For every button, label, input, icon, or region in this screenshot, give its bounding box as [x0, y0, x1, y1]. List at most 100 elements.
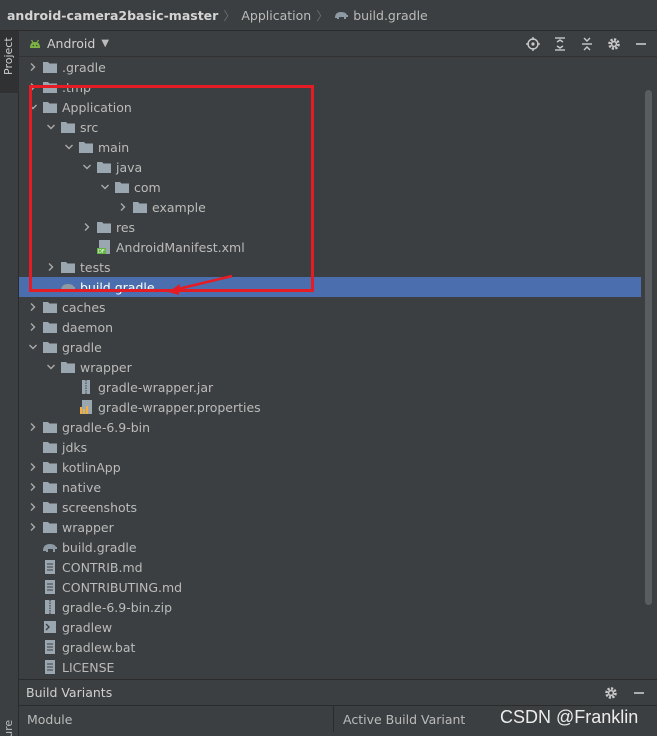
tree-scrollbar[interactable]	[641, 57, 657, 677]
tree-row[interactable]: jdks	[19, 437, 641, 457]
structure-tool-tab[interactable]: Structure	[2, 720, 15, 736]
tree-row[interactable]: build.gradle	[19, 537, 641, 557]
project-tree[interactable]: .gradle .tmp Application src main java com exam…	[19, 57, 641, 677]
folder-icon	[60, 120, 76, 134]
dropdown-arrow-icon[interactable]: ▼	[101, 38, 109, 49]
chevron-right-icon[interactable]	[26, 317, 40, 337]
tree-row[interactable]: screenshots	[19, 497, 641, 517]
tree-item-label: LICENSE	[62, 659, 115, 675]
folder-icon	[42, 340, 58, 354]
breadcrumb-project[interactable]: android-camera2basic-master	[7, 8, 218, 23]
chevron-right-icon[interactable]	[44, 257, 58, 277]
module-column-header[interactable]: Module	[19, 706, 334, 732]
tree-row[interactable]: gradlew.bat	[19, 637, 641, 657]
chevron-down-icon[interactable]	[44, 357, 58, 377]
text-file-icon	[42, 560, 58, 574]
breadcrumb-file[interactable]: build.gradle	[353, 8, 428, 23]
tree-row[interactable]: main	[19, 137, 641, 157]
tree-row[interactable]: gradle-wrapper.properties	[19, 397, 641, 417]
tree-row[interactable]: CONTRIB.md	[19, 557, 641, 577]
tree-row[interactable]: tests	[19, 257, 641, 277]
chevron-down-icon[interactable]	[26, 97, 40, 117]
folder-icon	[42, 440, 58, 454]
build-variants-toolbar	[603, 685, 647, 701]
tree-item-label: com	[134, 179, 161, 195]
folder-icon	[78, 140, 94, 154]
collapse-all-icon[interactable]	[579, 36, 595, 52]
android-icon	[30, 39, 40, 48]
tree-row[interactable]: .tmp	[19, 77, 641, 97]
chevron-right-icon[interactable]	[26, 477, 40, 497]
gradle-file-icon	[42, 540, 58, 554]
tree-arrow-spacer	[26, 557, 40, 577]
jar-file-icon	[78, 380, 94, 394]
tree-item-label: CONTRIB.md	[62, 559, 143, 575]
folder-icon	[42, 100, 58, 114]
tree-item-label: CONTRIBUTING.md	[62, 579, 183, 595]
tree-row[interactable]: native	[19, 477, 641, 497]
tree-row[interactable]: LICENSE	[19, 657, 641, 677]
tree-row[interactable]: wrapper	[19, 517, 641, 537]
tree-item-label: gradle-6.9-bin.zip	[62, 599, 173, 615]
gradle-file-icon	[60, 280, 76, 294]
tree-item-label: jdks	[62, 439, 88, 455]
tree-row[interactable]: src	[19, 117, 641, 137]
folder-icon	[42, 460, 58, 474]
tree-row[interactable]: Application	[19, 97, 641, 117]
tree-row[interactable]: gradle-6.9-bin.zip	[19, 597, 641, 617]
project-view-selector[interactable]: Android	[47, 36, 95, 51]
chevron-down-icon[interactable]	[98, 177, 112, 197]
tree-item-label: .gradle	[62, 59, 106, 75]
chevron-right-icon[interactable]	[26, 77, 40, 97]
tree-arrow-spacer	[26, 437, 40, 457]
tree-row[interactable]: caches	[19, 297, 641, 317]
chevron-down-icon[interactable]	[62, 137, 76, 157]
minimize-icon[interactable]	[633, 36, 649, 52]
tree-item-label: tests	[80, 259, 111, 275]
tree-row[interactable]: DF AndroidManifest.xml	[19, 237, 641, 257]
tree-item-label: src	[80, 119, 99, 135]
chevron-down-icon[interactable]	[26, 337, 40, 357]
tree-row[interactable]: kotlinApp	[19, 457, 641, 477]
project-tool-tab[interactable]: Project	[0, 31, 19, 93]
expand-all-icon[interactable]	[552, 36, 568, 52]
tree-row[interactable]: .gradle	[19, 57, 641, 77]
chevron-right-icon[interactable]	[26, 57, 40, 77]
chevron-down-icon[interactable]	[80, 157, 94, 177]
chevron-down-icon[interactable]	[44, 117, 58, 137]
folder-icon	[96, 160, 112, 174]
tree-row[interactable]: CONTRIBUTING.md	[19, 577, 641, 597]
tree-row[interactable]: example	[19, 197, 641, 217]
minimize-icon[interactable]	[631, 685, 647, 701]
chevron-right-icon[interactable]	[116, 197, 130, 217]
tree-row[interactable]: build.gradle	[19, 277, 641, 297]
tree-row[interactable]: com	[19, 177, 641, 197]
tree-row[interactable]: wrapper	[19, 357, 641, 377]
chevron-right-icon[interactable]	[26, 417, 40, 437]
gear-icon[interactable]	[606, 36, 622, 52]
folder-icon	[132, 200, 148, 214]
gear-icon[interactable]	[603, 685, 619, 701]
locate-icon[interactable]	[525, 36, 541, 52]
tree-row[interactable]: res	[19, 217, 641, 237]
tree-item-label: java	[116, 159, 143, 175]
tree-row[interactable]: gradle-wrapper.jar	[19, 377, 641, 397]
chevron-right-icon[interactable]	[80, 217, 94, 237]
scrollbar-thumb[interactable]	[645, 90, 652, 605]
tree-item-label: example	[152, 199, 206, 215]
tree-item-label: gradle	[62, 339, 102, 355]
chevron-right-icon[interactable]	[26, 497, 40, 517]
folder-icon	[42, 320, 58, 334]
breadcrumb-module[interactable]: Application	[241, 8, 311, 23]
tree-item-label: res	[116, 219, 136, 235]
tree-row[interactable]: gradle	[19, 337, 641, 357]
tree-row[interactable]: daemon	[19, 317, 641, 337]
tree-row[interactable]: gradle-6.9-bin	[19, 417, 641, 437]
text-file-icon	[42, 580, 58, 594]
tree-item-label: kotlinApp	[62, 459, 121, 475]
chevron-right-icon[interactable]	[26, 517, 40, 537]
chevron-right-icon[interactable]	[26, 297, 40, 317]
tree-row[interactable]: java	[19, 157, 641, 177]
tree-row[interactable]: gradlew	[19, 617, 641, 637]
chevron-right-icon[interactable]	[26, 457, 40, 477]
